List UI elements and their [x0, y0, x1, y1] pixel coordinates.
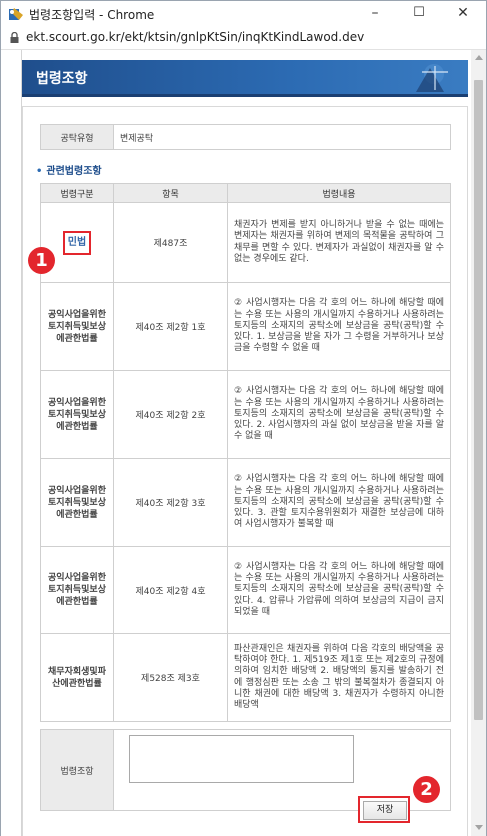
article-cell: 제40조 제2항 4호: [113, 546, 228, 634]
lock-icon: [10, 32, 19, 43]
app-icon: [9, 8, 23, 20]
law-name[interactable]: 공익사업을위한토지취득및보상에관한법률: [40, 282, 114, 371]
table-row[interactable]: 민법 제487조 채권자가 변제를 받지 아니하거나 받을 수 없는 때에는 변…: [40, 202, 451, 283]
law-name[interactable]: 공익사업을위한토지취득및보상에관한법률: [40, 370, 114, 459]
article-cell: 제40조 제2항 2호: [113, 370, 228, 459]
table-row[interactable]: 공익사업을위한토지취득및보상에관한법률 제40조 제2항 2호 ② 사업시행자는…: [40, 370, 451, 459]
vertical-scrollbar[interactable]: [471, 50, 486, 836]
law-content: 채권자가 변제를 받지 아니하거나 받을 수 없는 때에는 변제자는 채권자를 …: [227, 202, 451, 283]
table-row[interactable]: 공익사업을위한토지취득및보상에관한법률 제40조 제2항 3호 ② 사업시행자는…: [40, 458, 451, 547]
deposit-type-table: 공탁유형 변제공탁: [40, 124, 451, 150]
law-clause-label: 법령조항: [40, 729, 114, 811]
page-title: 법령조항: [36, 71, 88, 87]
deposit-type-label: 공탁유형: [40, 124, 114, 150]
chrome-window: 법령조항입력 - Chrome – ☐ ✕ ekt.scourt.go.kr/e…: [0, 0, 487, 836]
maximize-button[interactable]: ☐: [397, 1, 441, 27]
table-row[interactable]: 공익사업을위한토지취득및보상에관한법률 제40조 제2항 4호 ② 사업시행자는…: [40, 546, 451, 634]
step-badge-1: 1: [28, 247, 55, 274]
table-row[interactable]: 채무자회생및파산에관한법률 제528조 제3호 파산관재인은 채권자를 위하여 …: [40, 633, 451, 722]
law-content: ② 사업시행자는 다음 각 호의 어느 하나에 해당할 때에는 수용 또는 사용…: [227, 370, 451, 459]
close-button[interactable]: ✕: [441, 1, 485, 27]
step-badge-2: 2: [413, 776, 440, 803]
law-content: 파산관재인은 채권자를 위하여 다음 각호의 배당액을 공탁하여야 한다. 1.…: [227, 633, 451, 722]
header-item: 항목: [113, 183, 228, 203]
law-name[interactable]: 민법: [40, 202, 114, 283]
minimize-button[interactable]: –: [353, 1, 397, 27]
minbeop-link[interactable]: 민법: [62, 230, 92, 255]
scrollbar-thumb[interactable]: [474, 80, 483, 720]
page-viewport: 법령조항 공탁유형 변제공탁 • 관련법령조항 법령구분 항목 법령내용 민법 …: [1, 50, 471, 836]
title-bar: 법령조항입력 - Chrome – ☐ ✕: [1, 1, 486, 27]
law-table: 법령구분 항목 법령내용 민법 제487조 채권자가 변제를 받지 아니하거나 …: [40, 183, 451, 722]
scroll-up-arrow-icon[interactable]: [475, 55, 483, 60]
article-cell: 제40조 제2항 1호: [113, 282, 228, 371]
law-content: ② 사업시행자는 다음 각 호의 어느 하나에 해당할 때에는 수용 또는 사용…: [227, 546, 451, 634]
law-table-header: 법령구분 항목 법령내용: [40, 183, 451, 203]
law-name[interactable]: 채무자회생및파산에관한법률: [40, 633, 114, 722]
header-law-content: 법령내용: [227, 183, 451, 203]
law-content: ② 사업시행자는 다음 각 호의 어느 하나에 해당할 때에는 수용 또는 사용…: [227, 282, 451, 371]
law-name[interactable]: 공익사업을위한토지취득및보상에관한법률: [40, 458, 114, 547]
window-title: 법령조항입력 - Chrome: [29, 8, 155, 22]
table-row[interactable]: 공익사업을위한토지취득및보상에관한법률 제40조 제2항 1호 ② 사업시행자는…: [40, 282, 451, 371]
url-text: ekt.scourt.go.kr/ekt/ktsin/gnlpKtSin/inq…: [26, 30, 365, 44]
law-name[interactable]: 공익사업을위한토지취득및보상에관한법률: [40, 546, 114, 634]
article-cell: 제40조 제2항 3호: [113, 458, 228, 547]
article-cell: 제528조 제3호: [113, 633, 228, 722]
header-underline: [22, 94, 468, 97]
law-clause-textarea[interactable]: [129, 735, 354, 783]
save-button[interactable]: 저장: [363, 801, 407, 820]
header-law-type: 법령구분: [40, 183, 114, 203]
justice-emblem-icon: [416, 64, 448, 92]
address-bar[interactable]: ekt.scourt.go.kr/ekt/ktsin/gnlpKtSin/inq…: [1, 27, 486, 50]
popup-frame: 법령조항 공탁유형 변제공탁 • 관련법령조항 법령구분 항목 법령내용 민법 …: [21, 50, 468, 836]
section-title: • 관련법령조항: [36, 166, 102, 177]
page-header: 법령조항: [22, 60, 468, 97]
save-button-highlight[interactable]: 저장: [358, 796, 410, 823]
scroll-down-arrow-icon[interactable]: [475, 825, 483, 830]
article-cell: 제487조: [113, 202, 228, 283]
deposit-type-value: 변제공탁: [113, 124, 451, 150]
law-content: ② 사업시행자는 다음 각 호의 어느 하나에 해당할 때에는 수용 또는 사용…: [227, 458, 451, 547]
